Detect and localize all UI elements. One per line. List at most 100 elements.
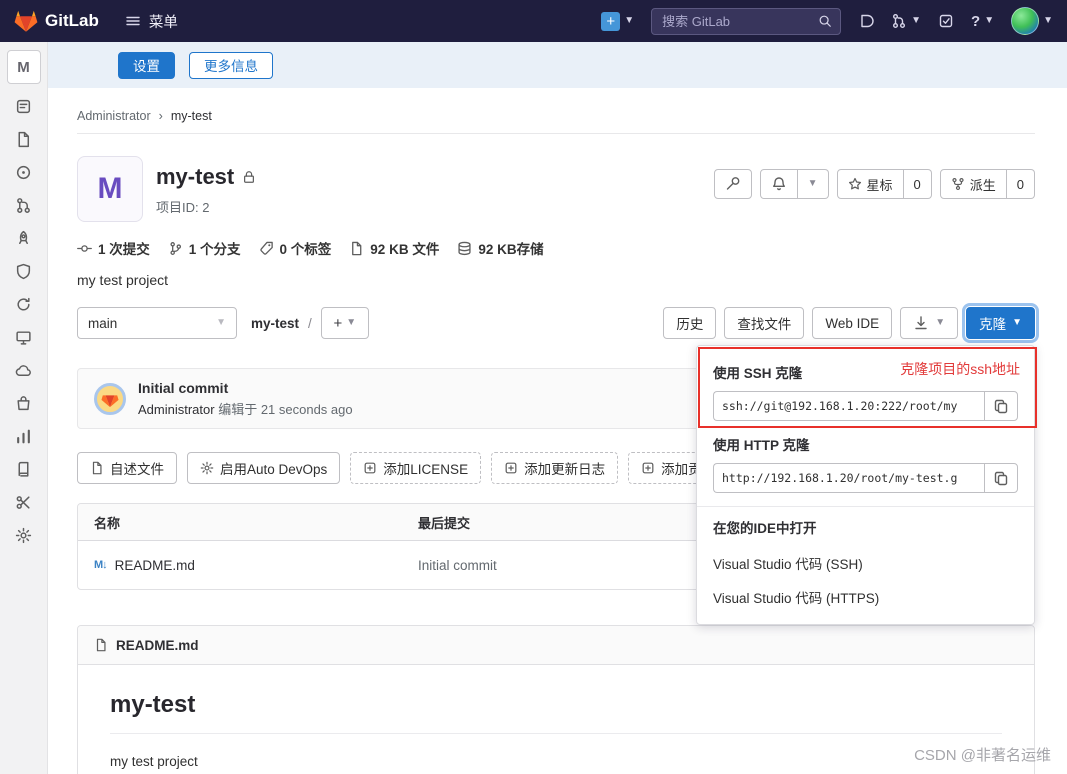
chevron-down-icon: ▼ xyxy=(624,16,634,26)
user-avatar xyxy=(1011,7,1039,35)
branch-icon xyxy=(168,241,183,256)
download-dropdown[interactable]: ▼ xyxy=(900,307,958,339)
commit-icon xyxy=(77,241,92,256)
project-avatar: M xyxy=(77,156,143,222)
add-changelog-button[interactable]: 添加更新日志 xyxy=(491,452,618,484)
auto-devops-label: 启用Auto DevOps xyxy=(220,458,327,478)
ci-cd-icon[interactable] xyxy=(15,230,32,247)
search-input[interactable] xyxy=(660,13,812,30)
chevron-down-icon: ▼ xyxy=(1043,16,1053,26)
gitlab-logo[interactable]: GitLab xyxy=(14,9,99,33)
readme-filename: README.md xyxy=(116,638,199,653)
hamburger-icon xyxy=(125,13,141,29)
commit-author-link[interactable]: Administrator xyxy=(138,402,215,417)
help-dropdown[interactable]: ? ▼ xyxy=(971,13,994,30)
merge-requests-icon[interactable] xyxy=(15,197,32,214)
stat-branches[interactable]: 1 个分支 xyxy=(168,238,241,258)
readme-button[interactable]: 自述文件 xyxy=(77,452,177,484)
plus-square-icon xyxy=(363,461,377,475)
clone-dropdown-button[interactable]: 克隆 ▼ xyxy=(966,307,1035,339)
history-button[interactable]: 历史 xyxy=(663,307,716,339)
deployments-icon[interactable] xyxy=(15,296,32,313)
breadcrumb-owner[interactable]: Administrator xyxy=(77,109,151,123)
project-id: 项目ID: 2 xyxy=(156,197,209,216)
menu-button[interactable]: 菜单 xyxy=(125,11,178,32)
storage-icon xyxy=(457,241,472,256)
ssh-annotation: 克隆项目的ssh地址 xyxy=(900,359,1020,379)
add-file-dropdown[interactable]: + ▼ xyxy=(321,307,369,339)
notifications-button[interactable] xyxy=(760,169,798,199)
star-count[interactable]: 0 xyxy=(904,169,932,199)
chevron-down-icon: ▼ xyxy=(984,16,994,26)
plus-icon: + xyxy=(333,315,342,332)
stat-commits[interactable]: 1 次提交 xyxy=(77,238,150,258)
breadcrumb-project[interactable]: my-test xyxy=(171,109,212,123)
project-information-icon[interactable] xyxy=(15,98,32,115)
star-icon xyxy=(848,177,862,191)
merge-requests-dropdown[interactable]: ▼ xyxy=(891,13,921,29)
project-action-strip: 设置 更多信息 xyxy=(48,42,1067,88)
notifications-dropdown[interactable]: ▼ xyxy=(798,169,829,199)
add-license-button[interactable]: 添加LICENSE xyxy=(350,452,481,484)
web-ide-button[interactable]: Web IDE xyxy=(812,307,892,339)
stat-storage-label: 92 KB存储 xyxy=(478,238,543,258)
copy-ssh-button[interactable] xyxy=(984,391,1018,421)
issues-icon[interactable] xyxy=(858,13,874,29)
notifications-control: ▼ xyxy=(760,169,829,199)
fork-icon xyxy=(951,177,965,191)
branch-name: main xyxy=(88,316,117,331)
vscode-ssh-option[interactable]: Visual Studio 代码 (SSH) xyxy=(713,546,1018,580)
sidebar-project-avatar[interactable]: M xyxy=(7,50,41,84)
file-icon xyxy=(90,461,104,475)
http-url-input[interactable] xyxy=(713,463,984,493)
repository-icon[interactable] xyxy=(15,131,32,148)
copy-http-button[interactable] xyxy=(984,463,1018,493)
stat-files[interactable]: 92 KB 文件 xyxy=(349,238,439,258)
monitor-icon[interactable] xyxy=(15,329,32,346)
star-button[interactable]: 星标 xyxy=(837,169,904,199)
commit-author-avatar xyxy=(94,383,126,415)
settings-button[interactable]: 设置 xyxy=(118,52,175,79)
todos-icon[interactable] xyxy=(938,13,954,29)
help-icon: ? xyxy=(971,13,980,30)
plus-icon: + xyxy=(601,12,620,31)
new-dropdown[interactable]: + ▼ xyxy=(601,12,634,31)
stat-tags-label: 0 个标签 xyxy=(280,238,332,258)
vscode-https-option[interactable]: Visual Studio 代码 (HTTPS) xyxy=(713,580,1018,614)
lock-icon xyxy=(242,170,256,184)
readme-button-label: 自述文件 xyxy=(110,458,164,478)
fork-button[interactable]: 派生 xyxy=(940,169,1007,199)
auto-devops-button[interactable]: 启用Auto DevOps xyxy=(187,452,340,484)
find-file-button[interactable]: 查找文件 xyxy=(724,307,804,339)
star-control: 星标 0 xyxy=(837,169,932,199)
stat-commits-label: 1 次提交 xyxy=(98,238,150,258)
commit-title-link[interactable]: Initial commit xyxy=(138,380,353,396)
column-name: 名称 xyxy=(94,513,418,532)
branch-selector[interactable]: main ▼ xyxy=(77,307,237,339)
wiki-icon[interactable] xyxy=(15,461,32,478)
file-name-link[interactable]: README.md xyxy=(115,558,195,573)
stat-tags[interactable]: 0 个标签 xyxy=(259,238,332,258)
packages-registries-icon[interactable] xyxy=(15,395,32,412)
analytics-icon[interactable] xyxy=(15,428,32,445)
ssh-url-input[interactable] xyxy=(713,391,984,421)
snippets-icon[interactable] xyxy=(15,494,32,511)
more-info-button[interactable]: 更多信息 xyxy=(189,52,273,79)
clone-label: 克隆 xyxy=(979,313,1006,333)
path-project-link[interactable]: my-test xyxy=(251,316,299,331)
gear-icon xyxy=(200,461,214,475)
plus-square-icon xyxy=(641,461,655,475)
user-menu[interactable]: ▼ xyxy=(1011,7,1053,35)
breadcrumb-divider xyxy=(77,133,1035,134)
logo-text: GitLab xyxy=(45,11,99,31)
infrastructure-icon[interactable] xyxy=(15,362,32,379)
issues-icon[interactable] xyxy=(15,164,32,181)
readme-header: README.md xyxy=(78,626,1034,665)
settings-icon[interactable] xyxy=(15,527,32,544)
stat-storage[interactable]: 92 KB存储 xyxy=(457,238,543,258)
wrench-button[interactable] xyxy=(714,169,752,199)
fork-count[interactable]: 0 xyxy=(1007,169,1035,199)
ide-title: 在您的IDE中打开 xyxy=(713,517,1018,537)
security-compliance-icon[interactable] xyxy=(15,263,32,280)
readme-text: my test project xyxy=(110,754,1002,769)
